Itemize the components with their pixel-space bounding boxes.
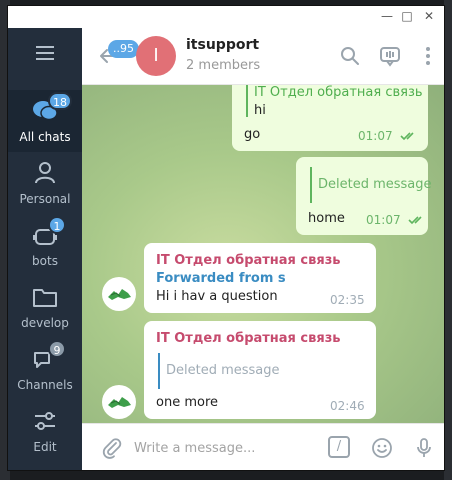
message-composer: / bbox=[82, 423, 444, 470]
chat-members-count: 2 members bbox=[186, 58, 261, 73]
sidebar-item-channels[interactable]: 9 Channels bbox=[8, 338, 82, 400]
reply-bar bbox=[310, 167, 312, 203]
sidebar-item-label: bots bbox=[32, 254, 58, 268]
sliders-icon bbox=[35, 412, 55, 430]
sender-avatar[interactable] bbox=[102, 385, 136, 419]
person-icon bbox=[35, 162, 55, 184]
message-text: home bbox=[308, 211, 345, 226]
sidebar-item-develop[interactable]: develop bbox=[8, 276, 82, 338]
background-terminal-right bbox=[444, 0, 452, 480]
sidebar-item-label: Channels bbox=[17, 378, 73, 392]
sidebar-item-all-chats[interactable]: 18 All chats bbox=[8, 90, 82, 152]
unread-badge: ..95 bbox=[108, 40, 139, 58]
sidebar-item-label: develop bbox=[21, 316, 69, 330]
message-bubble-incoming[interactable]: IT Отдел обратная связь Forwarded from s… bbox=[144, 243, 376, 313]
reply-text: hi bbox=[254, 103, 266, 118]
reply-sender: IT Отдел обратная связь bbox=[254, 85, 423, 100]
reply-bar bbox=[158, 353, 160, 389]
sidebar-item-personal[interactable]: Personal bbox=[8, 152, 82, 214]
title-bar: — □ ✕ bbox=[8, 6, 444, 28]
search-icon[interactable] bbox=[338, 44, 362, 68]
paperclip-icon[interactable] bbox=[100, 436, 124, 460]
chat-title[interactable]: itsupport bbox=[186, 37, 259, 53]
read-ticks-icon bbox=[400, 132, 414, 141]
message-bubble-outgoing[interactable]: Deleted message home 01:07 bbox=[296, 157, 432, 235]
sender-name[interactable]: IT Отдел обратная связь bbox=[156, 253, 340, 268]
sidebar-item-label: Personal bbox=[19, 192, 71, 206]
bot-commands-button[interactable]: / bbox=[328, 436, 350, 458]
reply-bar bbox=[246, 85, 248, 117]
more-vertical-icon[interactable] bbox=[416, 44, 440, 68]
message-list[interactable]: IT Отдел обратная связь hi go 01:07 Dele… bbox=[82, 85, 444, 423]
microphone-icon[interactable] bbox=[412, 436, 436, 460]
reply-text: Deleted message bbox=[166, 363, 280, 378]
sidebar-item-label: Edit bbox=[33, 440, 57, 454]
sidebar-item-edit[interactable]: Edit bbox=[8, 400, 82, 462]
chat-avatar[interactable]: I bbox=[136, 36, 176, 76]
voice-chat-icon[interactable] bbox=[378, 44, 402, 68]
reply-text: Deleted message bbox=[318, 177, 432, 192]
chat-header: ..95 I itsupport 2 members bbox=[82, 28, 444, 85]
sidebar-item-bots[interactable]: 1 bots bbox=[8, 214, 82, 276]
read-ticks-icon bbox=[408, 216, 422, 225]
sender-name[interactable]: IT Отдел обратная связь bbox=[156, 331, 340, 346]
hamburger-menu-icon bbox=[36, 46, 54, 60]
sender-avatar-image bbox=[108, 289, 131, 300]
message-text: go bbox=[244, 127, 261, 142]
channels-badge: 9 bbox=[48, 340, 66, 358]
close-button[interactable]: ✕ bbox=[422, 9, 436, 23]
sidebar-item-label: All chats bbox=[19, 130, 71, 144]
minimize-button[interactable]: — bbox=[380, 9, 394, 23]
message-bubble-outgoing[interactable]: IT Отдел обратная связь hi go 01:07 bbox=[232, 85, 428, 151]
telegram-window: — □ ✕ 18 All chats Personal 1 bots devel… bbox=[8, 6, 444, 470]
folder-icon bbox=[33, 289, 57, 307]
message-input[interactable] bbox=[132, 436, 316, 460]
all-chats-badge: 18 bbox=[48, 92, 72, 110]
message-time: 02:35 bbox=[330, 293, 365, 307]
sender-avatar[interactable] bbox=[102, 277, 136, 311]
bots-badge: 1 bbox=[48, 216, 66, 234]
message-bubble-incoming[interactable]: IT Отдел обратная связь Deleted message … bbox=[144, 321, 376, 419]
message-text: Hi i hav a question bbox=[156, 289, 278, 304]
message-time: 02:46 bbox=[330, 399, 365, 413]
menu-button[interactable] bbox=[8, 28, 82, 76]
message-time: 01:07 bbox=[366, 213, 401, 227]
folders-sidebar: 18 All chats Personal 1 bots develop 9 C… bbox=[8, 28, 82, 470]
maximize-button[interactable]: □ bbox=[400, 9, 414, 23]
sender-avatar-image bbox=[108, 397, 131, 408]
message-text: one more bbox=[156, 395, 218, 410]
emoji-icon[interactable] bbox=[370, 436, 394, 460]
forwarded-from[interactable]: Forwarded from s bbox=[156, 271, 286, 286]
message-time: 01:07 bbox=[358, 129, 393, 143]
